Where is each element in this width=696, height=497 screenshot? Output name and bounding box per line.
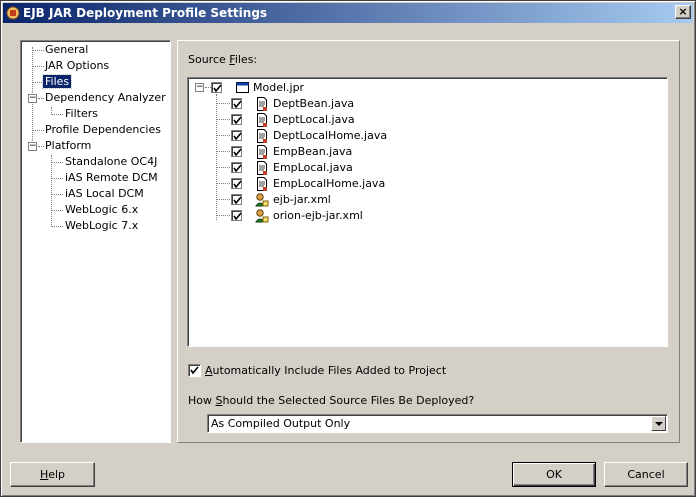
nav-item-general[interactable]: General bbox=[43, 42, 90, 58]
file-name: DeptLocalHome.java bbox=[273, 129, 388, 142]
title-bar[interactable]: EJB JAR Deployment Profile Settings × bbox=[3, 3, 693, 23]
cancel-button[interactable]: Cancel bbox=[604, 462, 688, 487]
dialog-window: EJB JAR Deployment Profile Settings × Ge… bbox=[0, 0, 696, 497]
root-file-name: Model.jpr bbox=[253, 81, 305, 94]
nav-item-files[interactable]: Files bbox=[41, 74, 73, 90]
window-title: EJB JAR Deployment Profile Settings bbox=[23, 6, 268, 20]
file-name: EmpLocal.java bbox=[273, 161, 353, 174]
nav-item-profile-dependencies[interactable]: Profile Dependencies bbox=[43, 122, 163, 138]
xml-file-icon bbox=[254, 192, 270, 208]
java-file-icon bbox=[254, 112, 270, 128]
file-checkbox[interactable] bbox=[231, 98, 242, 109]
settings-nav-tree: General JAR Options Files − Dependency A… bbox=[20, 40, 171, 443]
file-row[interactable]: orion-ejb-jar.xml bbox=[188, 208, 648, 226]
java-file-icon bbox=[254, 144, 270, 160]
help-button[interactable]: Help bbox=[10, 462, 95, 487]
file-checkbox[interactable] bbox=[231, 146, 242, 157]
file-name: orion-ejb-jar.xml bbox=[273, 209, 363, 222]
java-file-icon bbox=[254, 128, 270, 144]
file-checkbox[interactable] bbox=[231, 114, 242, 125]
auto-include-checkbox[interactable] bbox=[188, 364, 201, 377]
file-name: DeptBean.java bbox=[273, 97, 355, 110]
file-checkbox[interactable] bbox=[231, 162, 242, 173]
project-icon bbox=[235, 80, 251, 96]
collapse-icon[interactable]: − bbox=[28, 142, 37, 151]
auto-include-label[interactable]: Automatically Include Files Added to Pro… bbox=[205, 364, 446, 377]
nav-item-ias-local-dcm[interactable]: iAS Local DCM bbox=[63, 186, 146, 202]
ok-button[interactable]: OK bbox=[512, 462, 596, 487]
file-checkbox[interactable] bbox=[231, 178, 242, 189]
file-name: EmpLocalHome.java bbox=[273, 177, 386, 190]
java-file-icon bbox=[254, 96, 270, 112]
nav-item-ias-remote-dcm[interactable]: iAS Remote DCM bbox=[63, 170, 160, 186]
source-files-label: Source Files: bbox=[188, 53, 258, 66]
dropdown-arrow-icon[interactable] bbox=[651, 416, 666, 431]
file-name: EmpBean.java bbox=[273, 145, 353, 158]
tree-connector bbox=[51, 155, 52, 227]
nav-item-filters[interactable]: Filters bbox=[63, 106, 100, 122]
close-button[interactable]: × bbox=[675, 5, 691, 19]
file-name: ejb-jar.xml bbox=[273, 193, 331, 206]
java-file-icon bbox=[254, 176, 270, 192]
file-checkbox[interactable] bbox=[231, 130, 242, 141]
xml-file-icon bbox=[254, 208, 270, 224]
root-checkbox[interactable] bbox=[211, 82, 222, 93]
nav-item-dependency-analyzer[interactable]: Dependency Analyzer bbox=[43, 90, 168, 106]
deploy-mode-select[interactable]: As Compiled Output Only bbox=[207, 414, 668, 433]
deploy-mode-label: How Should the Selected Source Files Be … bbox=[188, 394, 475, 407]
app-icon bbox=[6, 6, 20, 20]
collapse-icon[interactable]: − bbox=[28, 94, 37, 103]
nav-item-weblogic-6x[interactable]: WebLogic 6.x bbox=[63, 202, 140, 218]
collapse-icon[interactable]: − bbox=[195, 83, 204, 92]
file-name: DeptLocal.java bbox=[273, 113, 355, 126]
file-checkbox[interactable] bbox=[231, 210, 242, 221]
deploy-mode-value: As Compiled Output Only bbox=[211, 417, 351, 430]
nav-item-jar-options[interactable]: JAR Options bbox=[43, 58, 111, 74]
nav-item-platform[interactable]: Platform bbox=[43, 138, 93, 154]
file-checkbox[interactable] bbox=[231, 194, 242, 205]
nav-item-standalone-oc4j[interactable]: Standalone OC4J bbox=[63, 154, 159, 170]
nav-item-weblogic-7x[interactable]: WebLogic 7.x bbox=[63, 218, 140, 234]
java-file-icon bbox=[254, 160, 270, 176]
source-files-tree: − Model.jpr DeptBean.java DeptLocal.java D… bbox=[187, 77, 668, 347]
